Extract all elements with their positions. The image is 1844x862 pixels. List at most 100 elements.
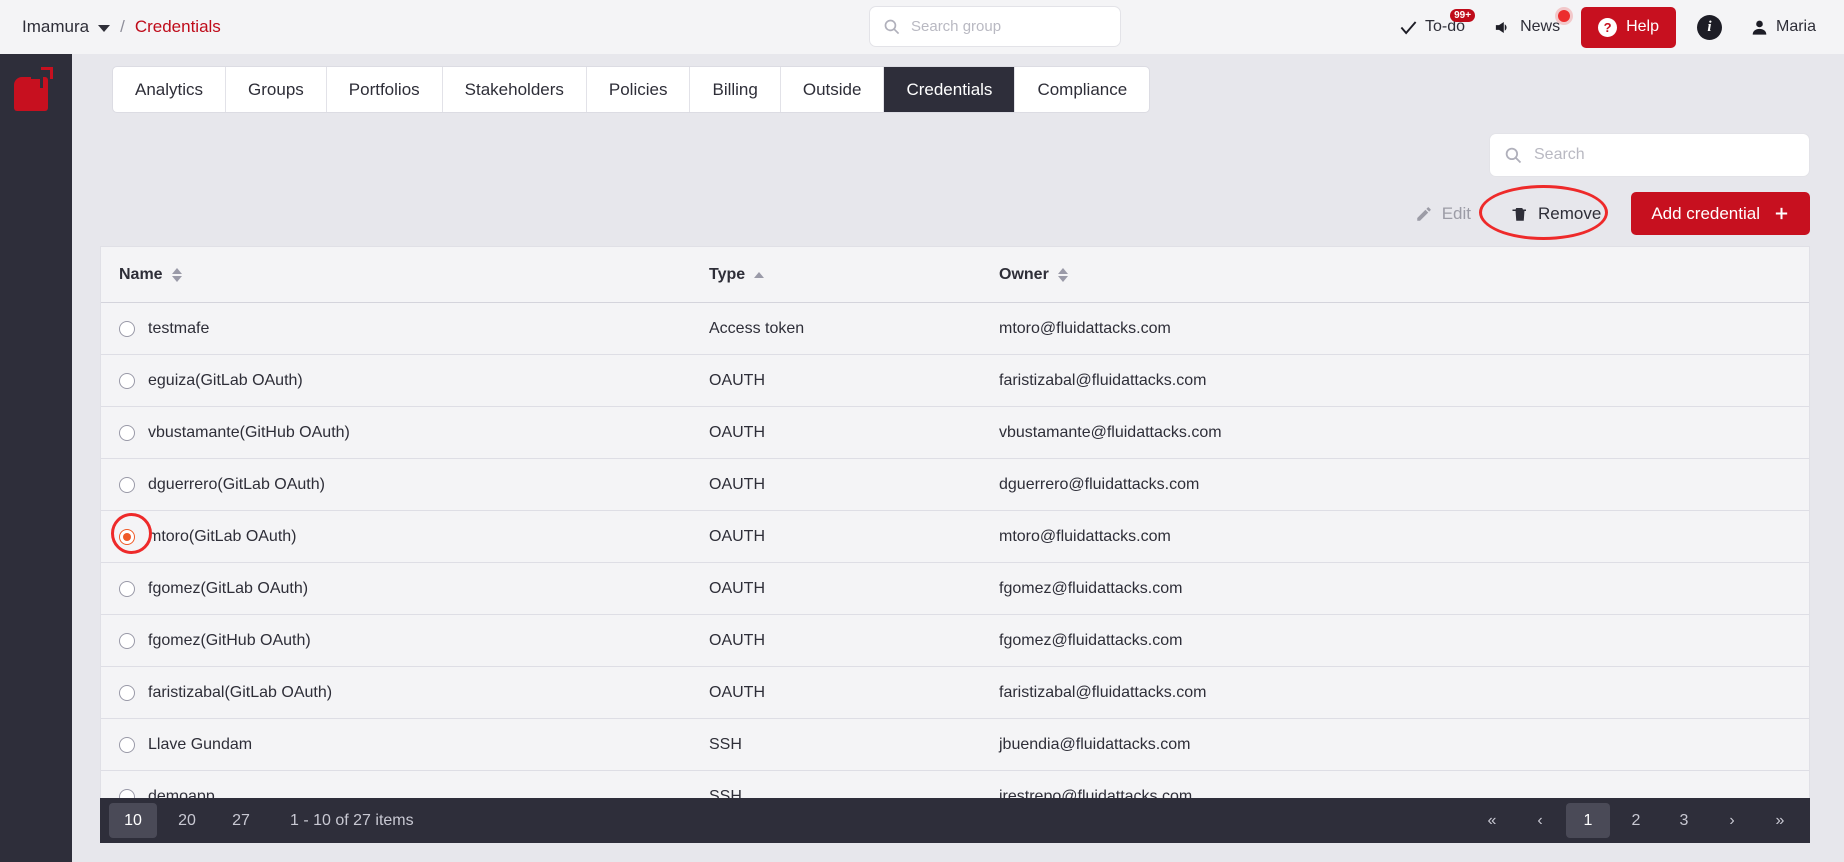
cell-type: Access token (709, 319, 805, 337)
breadcrumb-current[interactable]: Credentials (135, 17, 221, 37)
cell-name: fgomez(GitLab OAuth) (119, 580, 709, 598)
user-menu[interactable]: Maria (1736, 0, 1834, 54)
cell-name: Llave Gundam (119, 736, 709, 754)
pagination-bar: 10 20 27 1 - 10 of 27 items « ‹ 1 2 3 › … (100, 798, 1810, 843)
group-search-box[interactable] (869, 6, 1121, 47)
first-page-button[interactable]: « (1470, 803, 1514, 838)
cell-owner: mtoro@fluidattacks.com (999, 319, 1171, 337)
action-toolbar: Edit Remove Add credential (1399, 185, 1810, 240)
table-row-selected[interactable]: mtoro(GitLab OAuth) OAUTH mtoro@fluidatt… (101, 511, 1809, 563)
cell-owner: jbuendia@fluidattacks.com (999, 735, 1191, 753)
page-size-10[interactable]: 10 (109, 803, 157, 838)
help-label: Help (1626, 18, 1659, 35)
news-notification-dot-icon (1558, 10, 1571, 22)
table-row[interactable]: fgomez(GitLab OAuth) OAUTH fgomez@fluida… (101, 563, 1809, 615)
page-nav-group: « ‹ 1 2 3 › » (1468, 803, 1804, 838)
row-select-radio[interactable] (119, 580, 135, 597)
todo-badge: 99+ (1450, 9, 1476, 22)
add-credential-button[interactable]: Add credential (1631, 192, 1810, 235)
table-row[interactable]: vbustamante(GitHub OAuth) OAUTH vbustama… (101, 407, 1809, 459)
sort-toggle-icon[interactable] (1057, 267, 1068, 282)
table-row[interactable]: testmafe Access token mtoro@fluidattacks… (101, 303, 1809, 355)
search-group-input[interactable] (911, 18, 1107, 35)
cell-type: OAUTH (709, 527, 765, 545)
table-header-row: Name Type Owner (101, 247, 1809, 303)
last-page-button[interactable]: » (1758, 803, 1802, 838)
cell-owner: fgomez@fluidattacks.com (999, 579, 1183, 597)
cell-name: vbustamante(GitHub OAuth) (119, 424, 709, 442)
pencil-icon (1415, 205, 1433, 223)
page-button-1[interactable]: 1 (1566, 803, 1610, 838)
credential-name: testmafe (148, 319, 210, 337)
column-header-type[interactable]: Type (709, 266, 999, 284)
credential-name: fgomez(GitLab OAuth) (148, 579, 309, 597)
edit-button[interactable]: Edit (1399, 195, 1487, 232)
cell-owner: vbustamante@fluidattacks.com (999, 423, 1222, 441)
search-icon (883, 18, 900, 35)
row-select-radio[interactable] (119, 372, 135, 389)
sort-toggle-icon[interactable] (171, 267, 182, 282)
row-select-radio[interactable] (119, 632, 135, 649)
table-row[interactable]: fgomez(GitHub OAuth) OAUTH fgomez@fluida… (101, 615, 1809, 667)
row-select-radio[interactable] (119, 320, 135, 337)
chevron-down-icon[interactable] (98, 24, 111, 32)
column-header-name[interactable]: Name (119, 266, 709, 284)
row-select-radio[interactable] (119, 684, 135, 701)
remove-button[interactable]: Remove (1479, 185, 1617, 240)
check-icon (1399, 18, 1418, 37)
breadcrumb-separator: / (120, 17, 125, 36)
cell-owner: dguerrero@fluidattacks.com (999, 475, 1200, 493)
credential-name: faristizabal(GitLab OAuth) (148, 683, 333, 701)
credential-name: vbustamante(GitHub OAuth) (148, 423, 350, 441)
table-row[interactable]: eguiza(GitLab OAuth) OAUTH faristizabal@… (101, 355, 1809, 407)
cell-name: dguerrero(GitLab OAuth) (119, 476, 709, 494)
row-select-radio[interactable] (119, 736, 135, 753)
page-size-20[interactable]: 20 (163, 803, 211, 838)
sort-ascending-icon[interactable] (754, 271, 765, 278)
edit-label: Edit (1441, 203, 1471, 223)
cell-name: testmafe (119, 320, 709, 338)
help-button[interactable]: ? Help (1581, 6, 1676, 48)
column-header-owner[interactable]: Owner (999, 266, 1791, 284)
sidebar (0, 54, 72, 862)
add-credential-label: Add credential (1651, 203, 1760, 223)
news-label: News (1520, 18, 1561, 35)
cell-name: mtoro(GitLab OAuth) (119, 528, 709, 546)
remove-label: Remove (1538, 203, 1602, 223)
cell-name: eguiza(GitLab OAuth) (119, 372, 709, 390)
logo-bracket-outer (41, 67, 53, 79)
app-logo-icon[interactable] (14, 67, 58, 111)
main-content: Edit Remove Add credential Name (72, 54, 1844, 862)
user-avatar-icon (1750, 18, 1769, 37)
cell-type: OAUTH (709, 475, 765, 493)
column-label: Name (119, 265, 163, 283)
top-bar: Imamura / Credentials To-do 99+ (0, 0, 1844, 54)
page-button-3[interactable]: 3 (1662, 803, 1706, 838)
table-row[interactable]: faristizabal(GitLab OAuth) OAUTH faristi… (101, 667, 1809, 719)
row-select-radio[interactable] (119, 476, 135, 493)
cell-name: fgomez(GitHub OAuth) (119, 632, 709, 650)
cell-type: SSH (709, 735, 742, 753)
info-button[interactable]: i (1683, 0, 1736, 54)
cell-type: OAUTH (709, 683, 765, 701)
breadcrumb-org[interactable]: Imamura (22, 17, 89, 37)
table-row[interactable]: Llave Gundam SSH jbuendia@fluidattacks.c… (101, 719, 1809, 771)
row-select-radio[interactable] (119, 424, 135, 441)
todo-button[interactable]: To-do 99+ (1385, 0, 1479, 54)
cell-type: OAUTH (709, 631, 765, 649)
previous-page-button[interactable]: ‹ (1518, 803, 1562, 838)
page-size-27[interactable]: 27 (217, 803, 265, 838)
row-select-radio-selected[interactable] (119, 528, 135, 545)
search-icon (1504, 146, 1522, 164)
search-input[interactable] (1534, 146, 1795, 164)
credentials-search-box[interactable] (1489, 133, 1810, 177)
next-page-button[interactable]: › (1710, 803, 1754, 838)
table-row[interactable]: dguerrero(GitLab OAuth) OAUTH dguerrero@… (101, 459, 1809, 511)
info-icon: i (1696, 14, 1722, 40)
page-button-2[interactable]: 2 (1614, 803, 1658, 838)
news-button[interactable]: News (1479, 0, 1574, 54)
plus-icon (1773, 205, 1790, 222)
cell-owner: faristizabal@fluidattacks.com (999, 683, 1207, 701)
breadcrumb: Imamura / Credentials (22, 17, 221, 37)
cell-name: faristizabal(GitLab OAuth) (119, 684, 709, 702)
